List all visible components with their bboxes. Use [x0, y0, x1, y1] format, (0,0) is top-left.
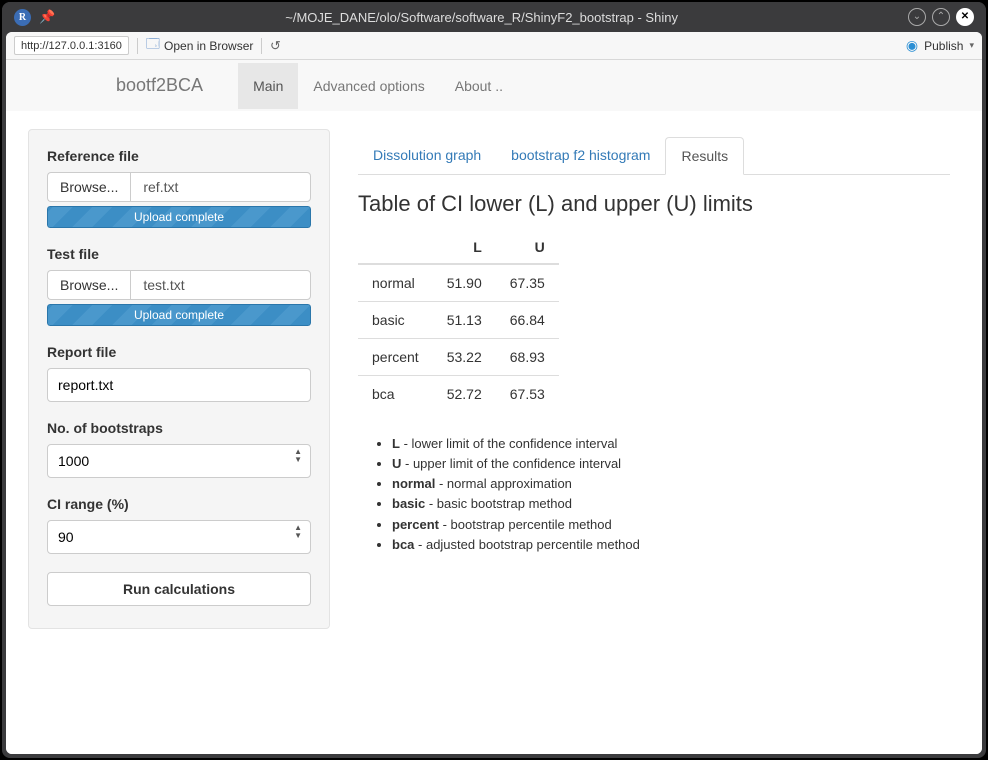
th-blank [358, 231, 433, 264]
table-row: percent53.2268.93 [358, 339, 559, 376]
th-U: U [496, 231, 559, 264]
number-stepper-icon[interactable]: ▲▼ [294, 524, 302, 540]
viewer-toolbar: http://127.0.0.1:3160 🗔 Open in Browser … [6, 32, 982, 60]
row-L: 51.13 [433, 302, 496, 339]
test-file-name: test.txt [130, 270, 311, 300]
run-calculations-button[interactable]: Run calculations [47, 572, 311, 606]
row-name: normal [358, 264, 433, 302]
close-button[interactable]: ✕ [956, 8, 974, 26]
row-U: 67.53 [496, 376, 559, 413]
row-name: basic [358, 302, 433, 339]
number-stepper-icon[interactable]: ▲▼ [294, 448, 302, 464]
browser-icon: 🗔 [146, 35, 160, 57]
table-row: bca52.7267.53 [358, 376, 559, 413]
browse-button-reference[interactable]: Browse... [47, 172, 130, 202]
pin-icon[interactable]: 📌 [39, 9, 55, 25]
row-L: 51.90 [433, 264, 496, 302]
window-title: ~/MOJE_DANE/olo/Software/software_R/Shin… [55, 10, 908, 25]
row-L: 52.72 [433, 376, 496, 413]
row-name: bca [358, 376, 433, 413]
url-field[interactable]: http://127.0.0.1:3160 [14, 36, 129, 55]
legend-item: percent - bootstrap percentile method [392, 515, 950, 535]
navbar: bootf2BCA Main Advanced options About .. [6, 60, 982, 111]
legend-item: L - lower limit of the confidence interv… [392, 434, 950, 454]
maximize-button[interactable]: ⌃ [932, 8, 950, 26]
open-in-browser-label: Open in Browser [164, 39, 253, 53]
window-titlebar: R 📌 ~/MOJE_DANE/olo/Software/software_R/… [2, 2, 986, 32]
row-U: 66.84 [496, 302, 559, 339]
upload-progress-bar: Upload complete [47, 206, 311, 228]
legend-item: normal - normal approximation [392, 474, 950, 494]
tab-bootstrap-f2-histogram[interactable]: bootstrap f2 histogram [496, 137, 665, 174]
publish-button[interactable]: Publish [924, 39, 963, 53]
bootstraps-input[interactable] [47, 444, 311, 478]
publish-icon: ◉ [906, 37, 918, 54]
minimize-button[interactable]: ⌄ [908, 8, 926, 26]
refresh-icon[interactable]: ↻ [270, 38, 281, 54]
results-table: L U normal51.9067.35basic51.1366.84perce… [358, 231, 559, 412]
upload-progress-bar: Upload complete [47, 304, 311, 326]
sidebar-panel: Reference file Browse... ref.txt Upload … [28, 129, 330, 629]
tab-dissolution-graph[interactable]: Dissolution graph [358, 137, 496, 174]
row-L: 53.22 [433, 339, 496, 376]
reference-file-name: ref.txt [130, 172, 311, 202]
legend-item: basic - basic bootstrap method [392, 494, 950, 514]
test-file-label: Test file [47, 246, 311, 262]
row-U: 67.35 [496, 264, 559, 302]
main-panel: Dissolution graph bootstrap f2 histogram… [354, 129, 960, 629]
separator [261, 38, 262, 54]
rstudio-icon: R [14, 9, 31, 26]
upload-progress-reference: Upload complete [47, 206, 311, 228]
ci-range-label: CI range (%) [47, 496, 311, 512]
table-row: normal51.9067.35 [358, 264, 559, 302]
row-name: percent [358, 339, 433, 376]
results-heading: Table of CI lower (L) and upper (U) limi… [358, 191, 950, 217]
nav-main[interactable]: Main [238, 63, 298, 109]
bootstraps-label: No. of bootstraps [47, 420, 311, 436]
upload-progress-test: Upload complete [47, 304, 311, 326]
app-brand: bootf2BCA [116, 60, 218, 111]
ci-range-input[interactable] [47, 520, 311, 554]
legend-item: bca - adjusted bootstrap percentile meth… [392, 535, 950, 555]
open-in-browser-button[interactable]: 🗔 Open in Browser [146, 35, 253, 57]
table-row: basic51.1366.84 [358, 302, 559, 339]
results-legend: L - lower limit of the confidence interv… [370, 434, 950, 555]
th-L: L [433, 231, 496, 264]
legend-item: U - upper limit of the confidence interv… [392, 454, 950, 474]
nav-about[interactable]: About .. [440, 63, 518, 109]
browse-button-test[interactable]: Browse... [47, 270, 130, 300]
nav-advanced-options[interactable]: Advanced options [298, 63, 439, 109]
chevron-down-icon[interactable]: ▾ [969, 40, 974, 51]
separator [137, 38, 138, 54]
reference-file-label: Reference file [47, 148, 311, 164]
report-file-input[interactable] [47, 368, 311, 402]
report-file-label: Report file [47, 344, 311, 360]
tab-results[interactable]: Results [665, 137, 744, 175]
row-U: 68.93 [496, 339, 559, 376]
